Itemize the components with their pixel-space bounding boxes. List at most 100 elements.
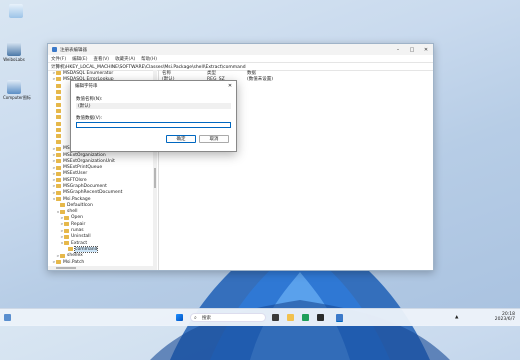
menu-bar: 文件(F) 编辑(E) 查看(V) 收藏夹(A) 帮助(H) [48,55,433,62]
tree-item-label: Msi.Package [63,196,91,202]
tree-horizontal-scrollbar[interactable] [48,266,153,270]
folder-icon [60,203,65,208]
folder-icon [64,215,69,220]
folder-icon [64,222,69,227]
tree-item-label: Repair [71,221,86,227]
search-placeholder: 搜索 [202,315,211,321]
tree-item-label: MSExtUser [63,171,88,177]
desktop-icon-computer[interactable]: Computer图标 [3,80,31,101]
folder-icon [56,171,61,176]
tree-item-label: MSGraphDocument [63,183,107,189]
maximize-button[interactable]: □ [405,47,419,53]
close-button[interactable]: ✕ [419,47,433,53]
recycle-bin-icon [9,4,23,18]
folder-icon [56,102,61,107]
monitor-icon [7,80,21,94]
tree-item[interactable]: > Msi.Patch [48,259,158,265]
tree-item-label: shell [67,209,78,215]
folder-icon [56,90,61,95]
clock-date: 2023/6/7 [494,317,515,322]
network-icon[interactable]: ▲ [455,315,458,320]
folder-icon [56,260,61,265]
tree-item-label: MSExtOrganizationUnit [63,158,115,164]
task-view-icon[interactable] [272,314,279,321]
tree-item-label: runas [71,228,84,234]
tree-item-label: Msi.Patch [63,259,85,265]
folder-icon [56,153,61,157]
computer-icon [7,42,21,56]
window-title: 注册表编辑器 [60,47,87,53]
tree-item-label: MSDASQL Enumerator [63,70,114,76]
value-name-field: (默认) [76,103,231,109]
desktop-icon-recycle-bin[interactable] [5,4,27,19]
registry-editor-window: 注册表编辑器 – □ ✕ 文件(F) 编辑(E) 查看(V) 收藏夹(A) 帮助… [47,43,434,271]
folder-icon [56,146,61,151]
title-bar: 注册表编辑器 – □ ✕ [48,44,433,55]
folder-icon [56,134,61,139]
menu-favorites[interactable]: 收藏夹(A) [115,56,135,62]
tree-item-label: MSGraphRecentDocument [63,190,123,196]
folder-icon [68,247,73,252]
folder-icon [56,140,61,145]
store-icon[interactable] [317,314,324,321]
dialog-title: 编辑字符串 [75,83,98,89]
tree-item-label: MSExtOrganization [63,152,106,158]
dialog-title-bar: 编辑字符串 ✕ [71,81,236,90]
folder-icon [56,115,61,120]
folder-icon [56,77,61,82]
value-name-label: 数值名称(N): [76,97,103,102]
tree-item-label: Extract [71,240,88,246]
folder-icon [56,159,61,164]
tree-item-label: DefaultIcon [67,202,93,208]
tree-item-label: shellex [67,253,83,259]
desktop-icon-weibolabs[interactable]: WeiboLabs [3,42,25,62]
value-data: (数值未设置) [247,77,274,82]
edit-string-dialog: 编辑字符串 ✕ 数值名称(N): (默认) 数值数据(V): 确定 取消 [70,80,237,152]
search-icon: ⌕ [194,314,197,321]
regedit-app-icon [52,47,57,52]
folder-icon [56,190,61,195]
minimize-button[interactable]: – [391,47,405,53]
tree-item-label: MSFTOlsre [63,177,87,183]
clock[interactable]: 20:18 2023/6/7 [485,312,515,322]
dialog-close-button[interactable]: ✕ [224,83,236,89]
taskbar-search-box[interactable]: ⌕ 搜索 [190,313,266,322]
folder-icon [56,127,61,132]
desktop-icon-label: Computer图标 [3,95,31,100]
folder-icon [56,71,61,76]
tree-item-label: Open [71,215,84,221]
folder-icon [60,209,65,214]
folder-icon [56,197,61,202]
folder-icon [60,253,65,258]
folder-icon [56,121,61,126]
tree-item-label: Uninstall [71,234,91,240]
taskbar: ⌕ 搜索 ▲ 20:18 2023/6/7 [0,308,520,326]
folder-icon [64,234,69,239]
value-data-input[interactable] [76,122,231,128]
folder-icon [64,241,69,246]
column-type-header[interactable]: 类型 [207,70,247,76]
folder-icon [64,228,69,233]
regedit-taskbar-icon[interactable] [336,314,343,322]
folder-icon [56,178,61,183]
scrollbar-thumb[interactable] [154,168,156,188]
edge-icon[interactable] [302,314,309,321]
folder-icon [56,96,61,101]
desktop-icon-label: WeiboLabs [3,57,25,62]
start-icon[interactable] [176,314,183,321]
folder-icon [56,83,61,88]
menu-view[interactable]: 查看(V) [93,56,109,62]
folder-icon [56,108,61,113]
widgets-icon[interactable] [4,314,11,321]
cancel-button[interactable]: 取消 [199,135,229,143]
folder-icon [56,165,61,170]
value-data-label: 数值数据(V): [76,116,103,121]
menu-file[interactable]: 文件(F) [51,56,66,62]
tree-item-label: command [73,245,99,253]
menu-help[interactable]: 帮助(H) [141,56,157,62]
scrollbar-thumb[interactable] [56,267,76,269]
folder-icon [56,184,61,189]
menu-edit[interactable]: 编辑(E) [72,56,87,62]
file-explorer-icon[interactable] [287,314,294,321]
ok-button[interactable]: 确定 [166,135,196,143]
